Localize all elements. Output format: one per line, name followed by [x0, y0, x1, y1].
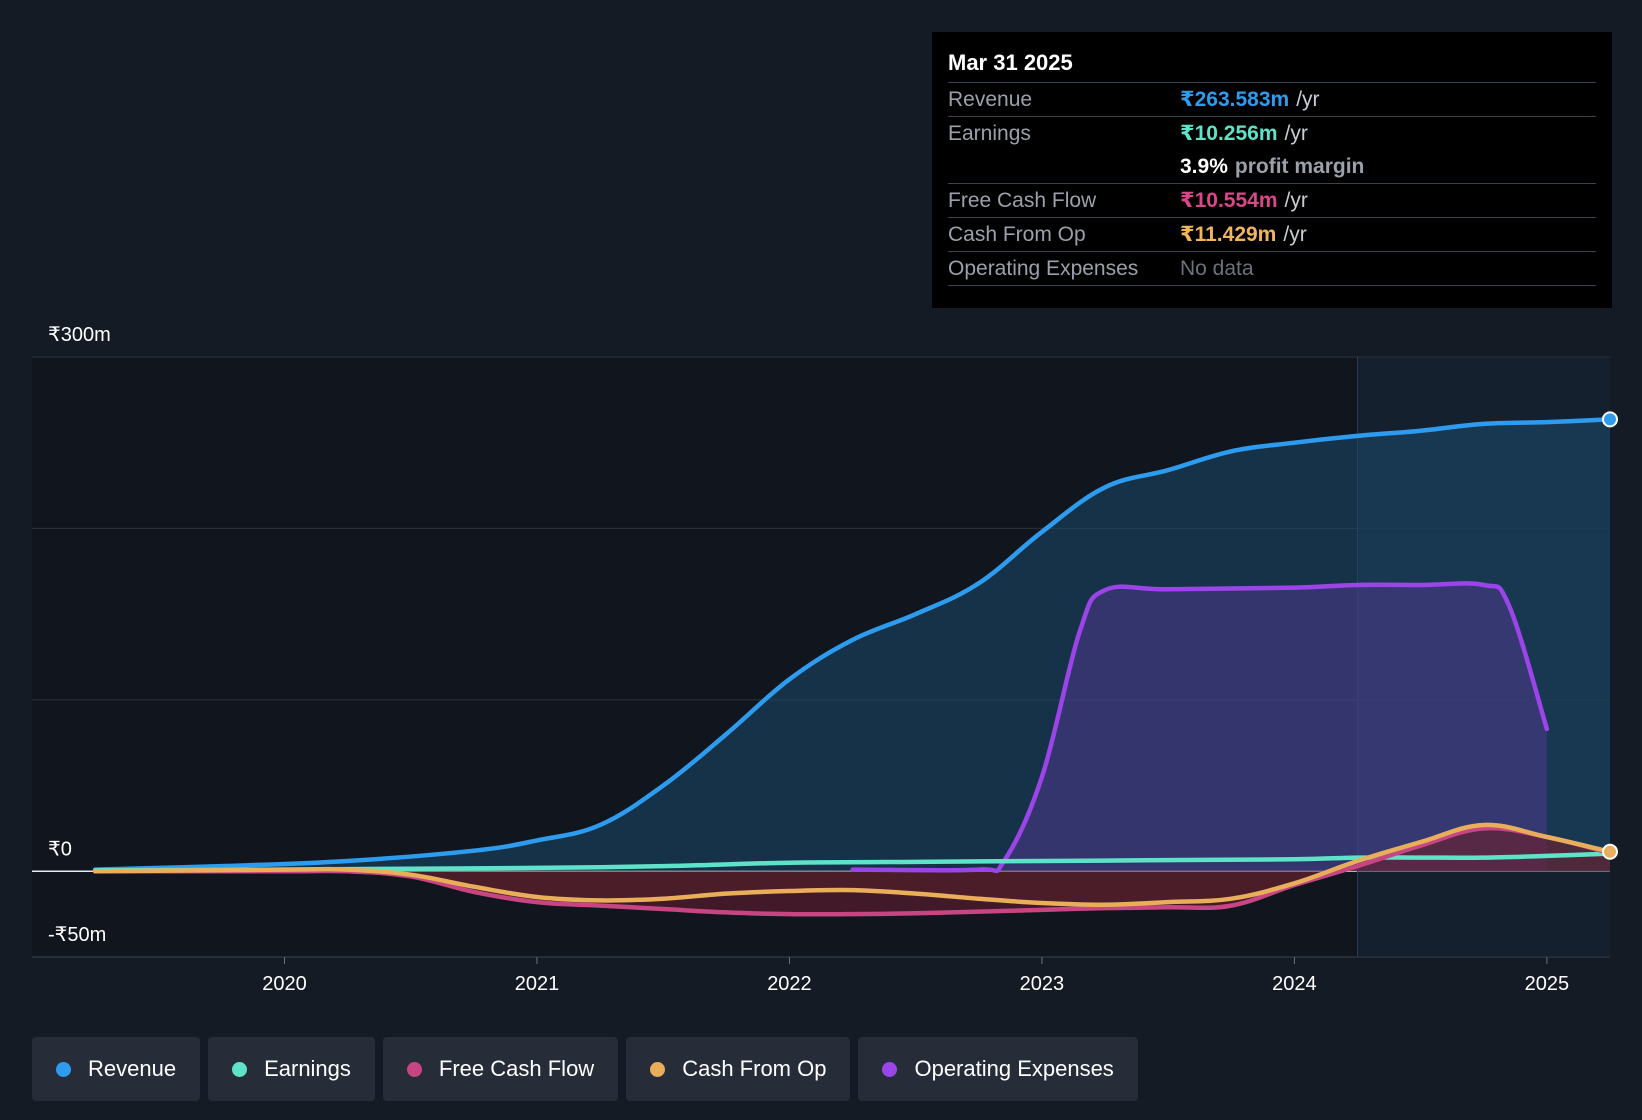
legend-label: Free Cash Flow [438, 1056, 595, 1081]
x-tick-label: 2021 [515, 973, 560, 995]
tooltip-value: ₹10.554m [1180, 189, 1278, 212]
legend-dot-icon [232, 1061, 248, 1077]
legend-item-revenue[interactable]: Revenue [32, 1037, 201, 1101]
tooltip-row-earnings: Earnings ₹10.256m /yr [948, 117, 1596, 150]
legend-label: Earnings [264, 1056, 351, 1081]
legend: Revenue Earnings Free Cash Flow Cash Fro… [32, 1037, 1146, 1101]
legend-dot-icon [56, 1061, 71, 1077]
tooltip-date: Mar 31 2025 [948, 44, 1596, 83]
tooltip-panel: Mar 31 2025 Revenue ₹263.583m /yr Earnin… [932, 32, 1612, 308]
legend-label: Operating Expenses [914, 1056, 1114, 1081]
x-tick-label: 2023 [1020, 973, 1065, 995]
tooltip-label: Cash From Op [948, 223, 1086, 246]
tooltip-label: Operating Expenses [948, 257, 1139, 280]
tooltip-value: 3.9% [1180, 155, 1228, 178]
tooltip-unit: profit margin [1234, 155, 1365, 178]
tooltip-row-operating-expenses: Operating Expenses No data [948, 252, 1596, 286]
y-tick-label: -₹50m [48, 924, 106, 946]
revenue-end-marker [1602, 411, 1618, 428]
legend-label: Cash From Op [682, 1056, 827, 1081]
cash-from-op-end-marker [1602, 843, 1618, 860]
legend-item-cash-from-op[interactable]: Cash From Op [626, 1037, 851, 1101]
tooltip-value: ₹11.429m [1180, 223, 1277, 246]
tooltip-row-revenue: Revenue ₹263.583m /yr [948, 83, 1596, 117]
x-tick-label: 2022 [767, 973, 812, 995]
legend-label: Revenue [88, 1056, 177, 1081]
x-tick-label: 2025 [1525, 973, 1570, 995]
x-tick-label: 2024 [1272, 973, 1317, 995]
tooltip-row-free-cash-flow: Free Cash Flow ₹10.554m /yr [948, 184, 1596, 218]
legend-dot-icon [406, 1061, 422, 1077]
legend-dot-icon [650, 1061, 666, 1077]
tooltip-value: No data [1180, 257, 1254, 280]
tooltip-unit: /yr [1284, 122, 1308, 145]
tooltip-value: ₹10.256m [1180, 122, 1278, 145]
tooltip-unit: /yr [1283, 223, 1307, 246]
x-axis-labels: 2020 2021 2022 2023 2024 2025 [262, 957, 1569, 995]
tooltip-unit: /yr [1296, 88, 1320, 111]
tooltip-label: Earnings [948, 122, 1031, 145]
tooltip-label [948, 150, 1180, 183]
tooltip-row-profit-margin: 3.9% profit margin [948, 150, 1596, 184]
legend-item-free-cash-flow[interactable]: Free Cash Flow [382, 1037, 619, 1101]
tooltip-label: Free Cash Flow [948, 189, 1097, 212]
tooltip-label: Revenue [948, 88, 1033, 111]
legend-item-earnings[interactable]: Earnings [208, 1037, 375, 1101]
x-tick-label: 2020 [262, 973, 307, 995]
y-tick-label: ₹0 [48, 838, 72, 860]
tooltip-value: ₹263.583m [1180, 88, 1290, 111]
legend-dot-icon [882, 1061, 898, 1077]
tooltip-unit: /yr [1284, 189, 1308, 212]
tooltip-row-cash-from-op: Cash From Op ₹11.429m /yr [948, 218, 1596, 252]
y-tick-label: ₹300m [48, 324, 111, 346]
legend-item-operating-expenses[interactable]: Operating Expenses [858, 1037, 1138, 1101]
